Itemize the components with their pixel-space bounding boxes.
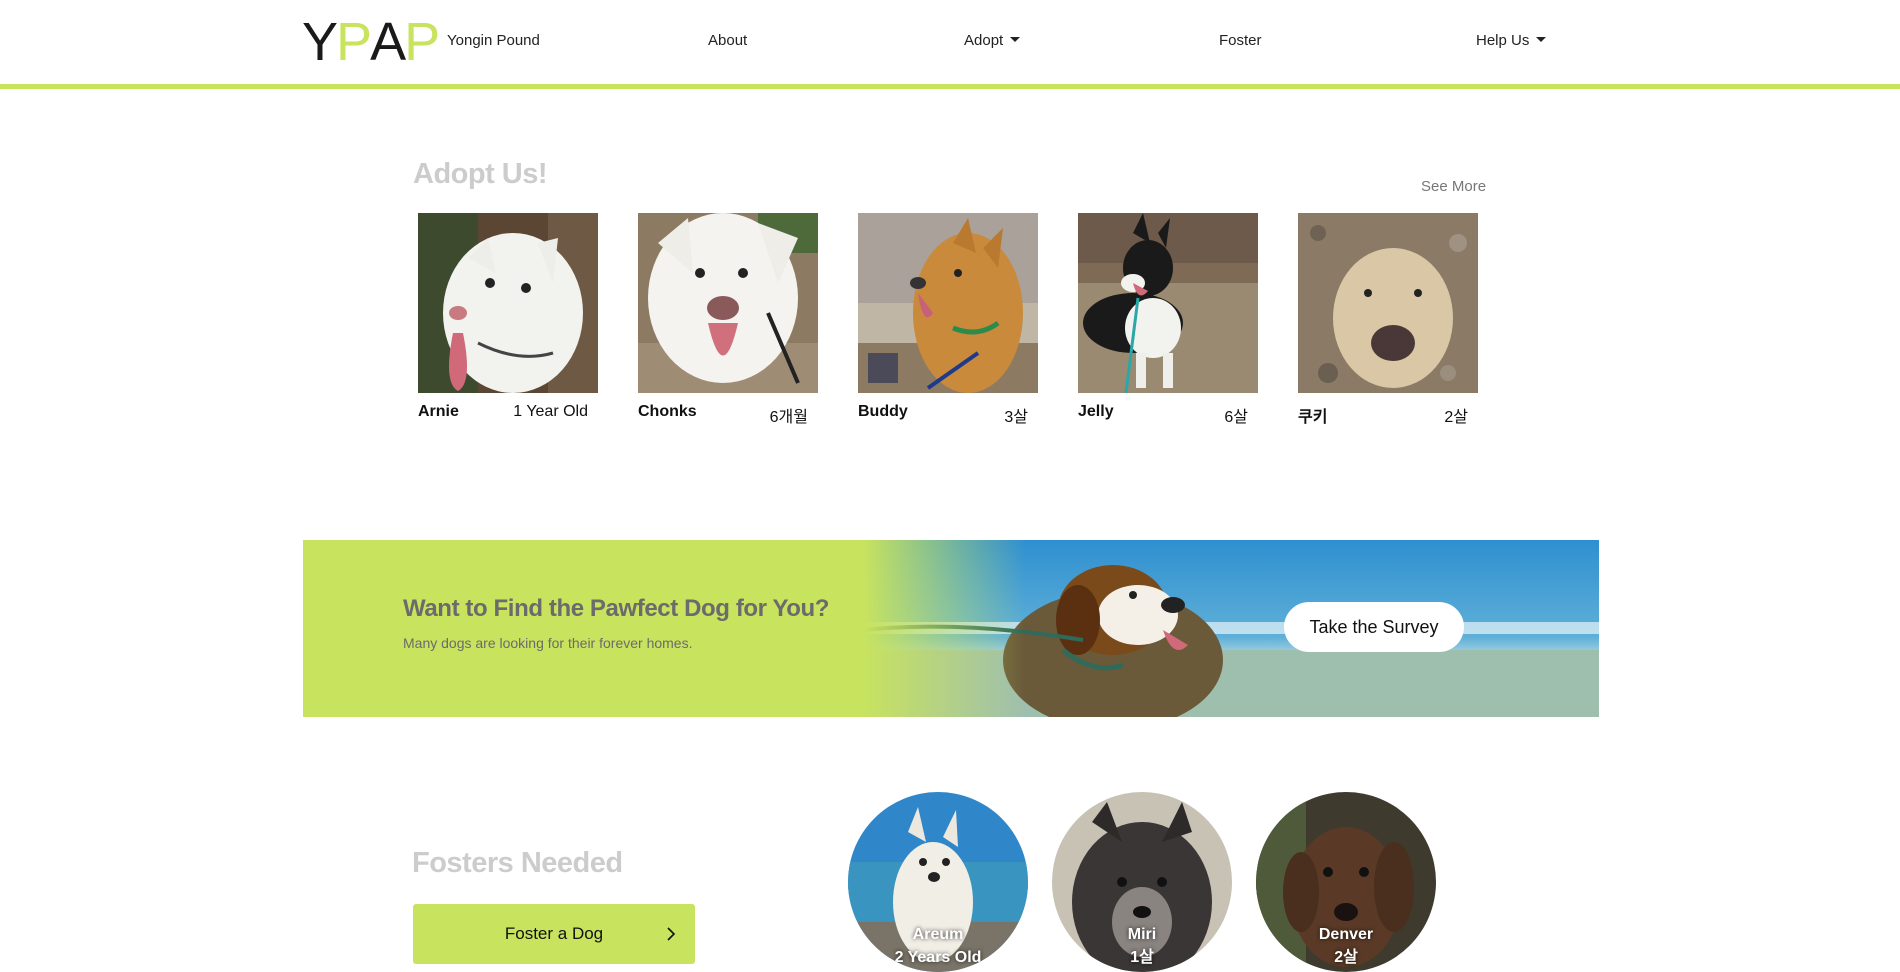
foster-dog-name: Denver (1318, 926, 1374, 943)
nav-about[interactable]: About (708, 32, 747, 49)
banner-title: Want to Find the Pawfect Dog for You? (403, 595, 830, 622)
nav-foster[interactable]: Foster (1219, 32, 1262, 49)
logo-letter-p: P (336, 12, 372, 72)
banner-beagle-photo (863, 540, 1599, 717)
fosters-section-title: Fosters Needed (412, 847, 623, 879)
dog-age: 6개월 (769, 409, 808, 426)
foster-dog-card[interactable]: Miri 1살 (1052, 792, 1232, 972)
nav-help-label: Help Us (1476, 32, 1530, 49)
foster-button-label: Foster a Dog (504, 924, 604, 943)
dog-card[interactable]: Jelly 6살 (1078, 213, 1258, 426)
dog-photo (1298, 213, 1478, 393)
dog-name: Buddy (858, 403, 908, 420)
caret-down-icon (1536, 36, 1547, 42)
dog-name: 쿠키 (1298, 409, 1328, 426)
dog-photo (418, 213, 598, 393)
ypap-logo[interactable]: YPAP (302, 12, 440, 72)
dog-photo (858, 213, 1038, 393)
logo-letter-p2: P (404, 12, 440, 72)
foster-dog-age: 1살 (1130, 949, 1154, 966)
logo-letter-a: A (370, 12, 406, 72)
dog-name: Jelly (1078, 403, 1114, 420)
dog-photo (638, 213, 818, 393)
dog-photo (1078, 213, 1258, 393)
dog-age: 3살 (1004, 409, 1028, 426)
chevron-right-icon (667, 927, 676, 941)
dog-age: 6살 (1224, 409, 1248, 426)
dog-card[interactable]: Chonks 6개월 (638, 213, 818, 426)
top-navbar: YPAP Yongin Pound About Adopt Foster Hel… (0, 0, 1900, 89)
nav-adopt-label: Adopt (964, 32, 1004, 49)
nav-help-dropdown[interactable]: Help Us (1476, 32, 1547, 49)
foster-dog-name: Areum (912, 926, 964, 943)
adopt-section-title: Adopt Us! (413, 158, 548, 190)
foster-dog-name: Miri (1127, 926, 1157, 943)
caret-down-icon (1010, 36, 1021, 42)
logo-letter-y: Y (302, 12, 338, 72)
survey-banner: Want to Find the Pawfect Dog for You? Ma… (303, 540, 1599, 717)
dog-card[interactable]: Arnie 1 Year Old (418, 213, 598, 423)
foster-dog-card[interactable]: Areum 2 Years Old (848, 792, 1028, 972)
see-more-link[interactable]: See More (1421, 178, 1486, 195)
foster-dog-age: 2살 (1334, 949, 1358, 966)
foster-dog-card[interactable]: Denver 2살 (1256, 792, 1436, 972)
dog-name: Chonks (638, 403, 697, 420)
dog-name: Arnie (418, 403, 459, 420)
foster-dog-age: 2 Years Old (894, 949, 982, 966)
take-survey-button[interactable]: Take the Survey (1284, 602, 1464, 652)
dog-age: 1 Year Old (513, 403, 588, 420)
foster-a-dog-button[interactable]: Foster a Dog (413, 904, 695, 964)
dog-age: 2살 (1444, 409, 1468, 426)
banner-subtitle: Many dogs are looking for their forever … (403, 635, 693, 651)
brand-name[interactable]: Yongin Pound (447, 32, 540, 49)
dog-card[interactable]: 쿠키 2살 (1298, 213, 1478, 426)
dog-card[interactable]: Buddy 3살 (858, 213, 1038, 426)
nav-adopt-dropdown[interactable]: Adopt (964, 32, 1021, 49)
